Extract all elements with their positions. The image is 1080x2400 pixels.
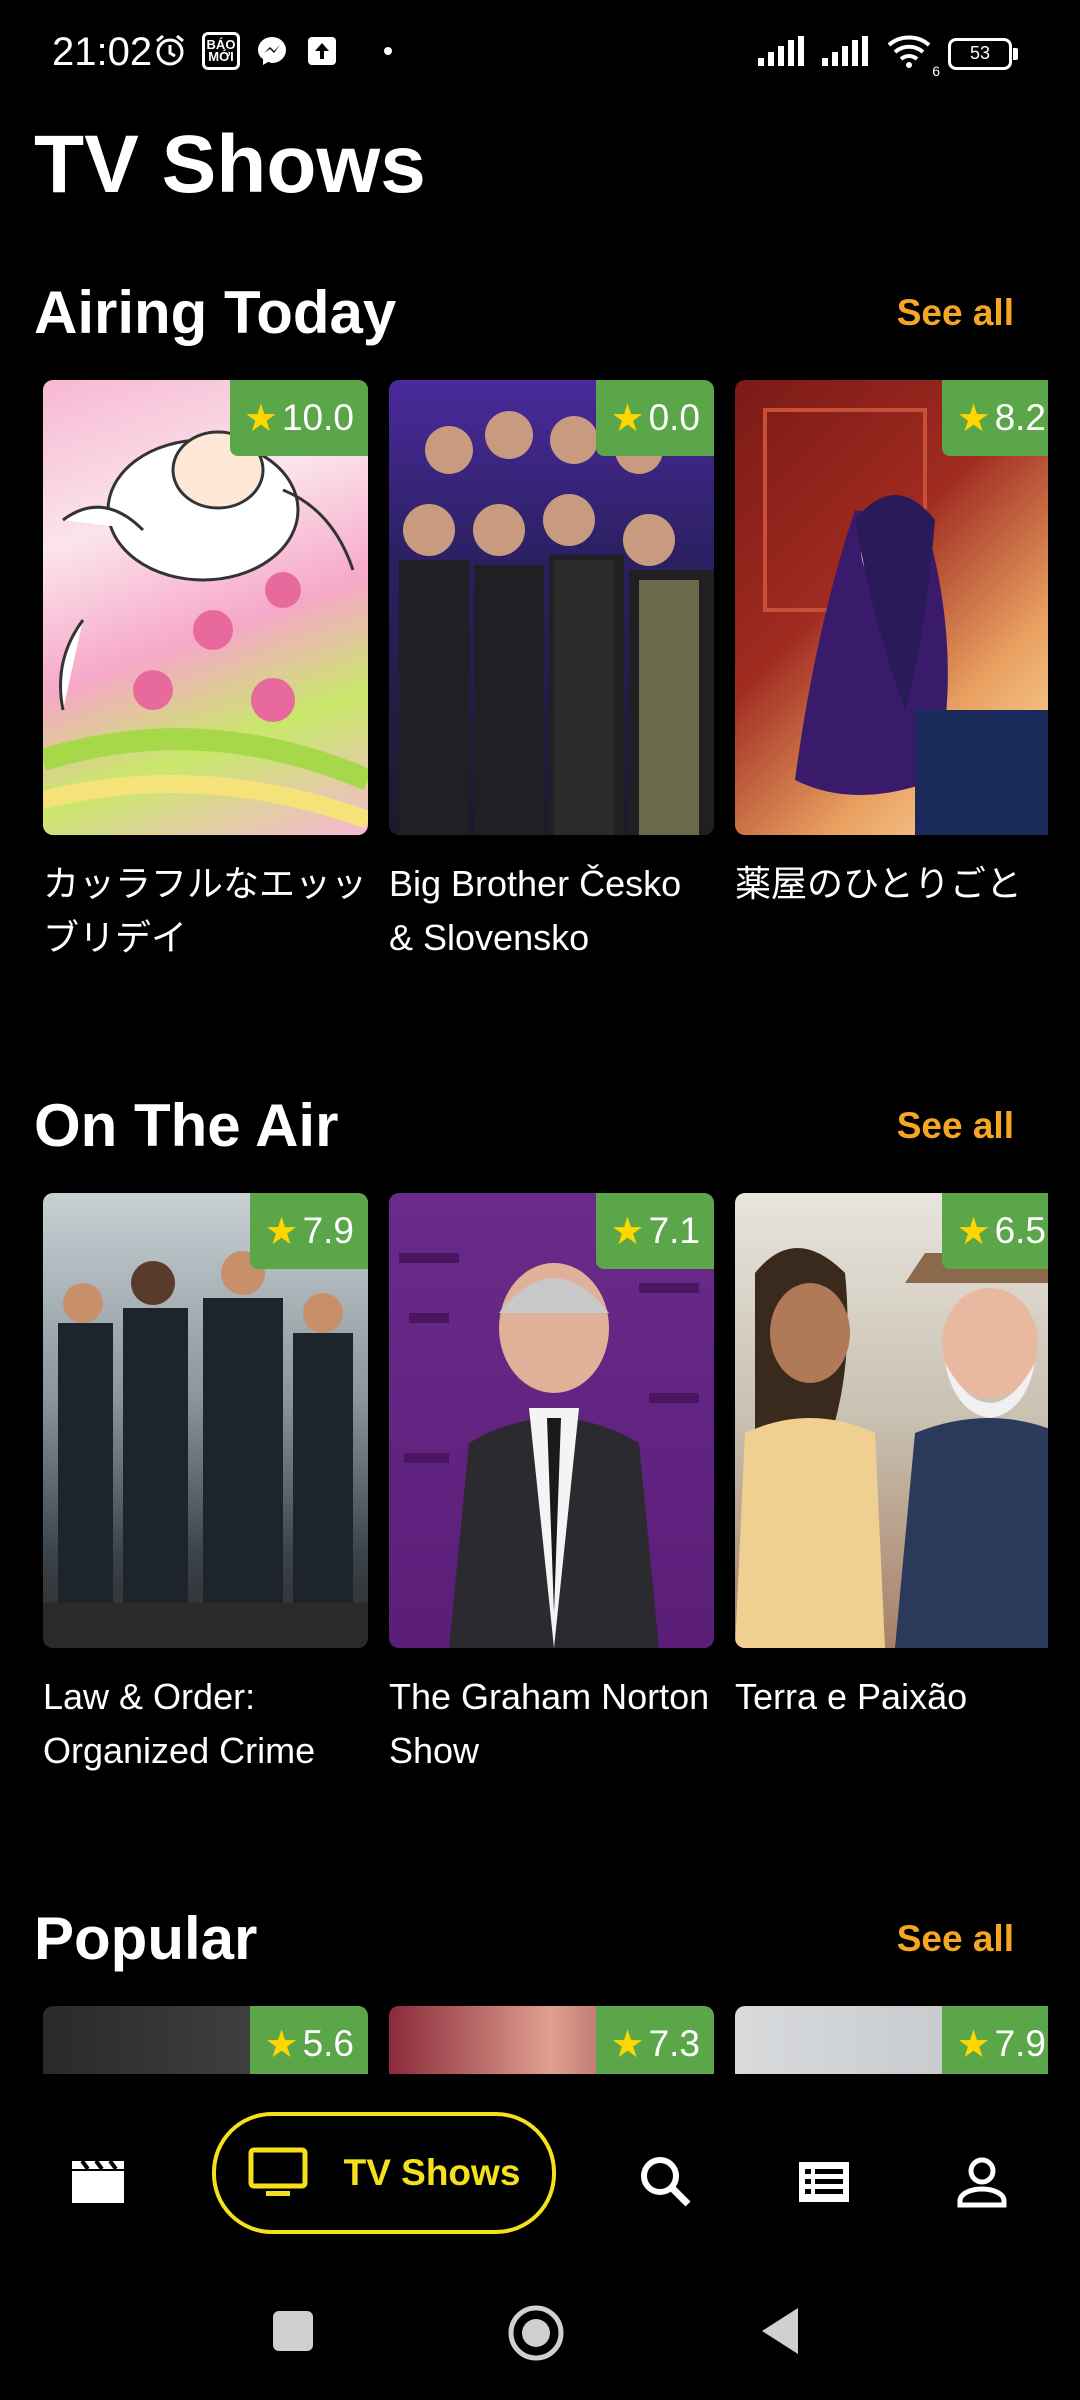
- star-icon: ★: [264, 2023, 299, 2066]
- nav-tv-shows[interactable]: TV Shows: [212, 2112, 556, 2234]
- show-card[interactable]: ★ 10.0 カッラフルなエッッブリデイ: [43, 380, 368, 965]
- nav-list[interactable]: [784, 2142, 864, 2222]
- section-title: On The Air: [34, 1092, 339, 1159]
- section-on-the-air: On The Air See all ★ 7.9 Law & Order: Org…: [0, 1083, 1080, 1783]
- show-card[interactable]: ★ 0.0 Big Brother Česko & Slovensko: [389, 380, 714, 965]
- alarm-icon: [152, 33, 188, 69]
- movies-icon: [72, 2159, 124, 2203]
- rating-badge: ★ 7.1: [596, 1193, 714, 1269]
- rating-badge: ★ 7.9: [942, 2006, 1048, 2074]
- show-title: Big Brother Česko & Slovensko: [389, 863, 682, 958]
- wifi-sub-label: 6: [932, 63, 940, 79]
- show-title: Terra e Paixão: [735, 1676, 968, 1717]
- rating-badge: ★ 7.9: [250, 1193, 368, 1269]
- poster-row[interactable]: ★ 5.6 ★ 7.3 ★ 7.9: [43, 2006, 1048, 2074]
- profile-icon: [957, 2157, 1007, 2208]
- signal-icon: [758, 36, 806, 71]
- rating-badge: ★ 5.6: [250, 2006, 368, 2074]
- show-title: The Graham Norton Show: [389, 1676, 710, 1771]
- poster-image[interactable]: ★ 7.9: [43, 1193, 368, 1648]
- see-all-button[interactable]: See all: [897, 1918, 1014, 1960]
- tv-icon: [248, 2147, 308, 2196]
- rating-value: 7.1: [648, 1210, 700, 1251]
- poster-image[interactable]: ★ 10.0: [43, 380, 368, 835]
- poster-row[interactable]: ★ 7.9 Law & Order: Organized Crime ★ 7.1 T…: [43, 1193, 1048, 1793]
- star-icon: ★: [610, 397, 645, 440]
- section-popular: Popular See all ★ 5.6 ★ 7.3 ★ 7.9: [0, 1896, 1080, 2074]
- rating-badge: ★ 8.2: [942, 380, 1048, 456]
- section-title: Airing Today: [34, 279, 397, 346]
- rating-value: 6.5: [994, 1210, 1046, 1251]
- show-title: カッラフルなエッッブリデイ: [43, 863, 368, 958]
- rating-value: 5.6: [302, 2023, 354, 2064]
- rating-value: 10.0: [281, 397, 354, 438]
- show-card[interactable]: ★ 7.1 The Graham Norton Show: [389, 1193, 714, 1778]
- rating-value: 7.9: [994, 2023, 1046, 2064]
- recents-button[interactable]: [272, 2310, 314, 2357]
- show-card[interactable]: ★ 8.2 薬屋のひとりごと: [735, 380, 1048, 911]
- section-airing-today: Airing Today See all ★ 10.0 カッラフルなエッッブリデ…: [0, 270, 1080, 970]
- signal-icon: [822, 36, 870, 71]
- messenger-icon: [254, 33, 290, 69]
- poster-image[interactable]: ★ 6.5: [735, 1193, 1048, 1648]
- star-icon: ★: [610, 1210, 645, 1253]
- status-notification-icons: BÁO MỚI: [152, 32, 392, 70]
- show-title: Law & Order: Organized Crime: [43, 1676, 316, 1771]
- star-icon: ★: [610, 2023, 645, 2066]
- home-button[interactable]: [507, 2304, 565, 2367]
- star-icon: ★: [956, 1210, 991, 1253]
- see-all-button[interactable]: See all: [897, 1105, 1014, 1147]
- nav-movies[interactable]: [58, 2142, 138, 2222]
- nav-profile[interactable]: [942, 2142, 1022, 2222]
- page-title: TV Shows: [34, 119, 426, 210]
- back-triangle-icon: [762, 2308, 798, 2354]
- star-icon: ★: [956, 2023, 991, 2066]
- poster-row[interactable]: ★ 10.0 カッラフルなエッッブリデイ ★ 0.0 Big Brother Čes…: [43, 380, 1048, 980]
- rating-value: 7.3: [648, 2023, 700, 2064]
- more-notifications-dot: [384, 47, 392, 55]
- nav-search[interactable]: [626, 2142, 706, 2222]
- status-time: 21:02: [52, 30, 153, 74]
- star-icon: ★: [243, 397, 278, 440]
- show-card[interactable]: ★ 6.5 Terra e Paixão: [735, 1193, 1048, 1724]
- rating-badge: ★ 7.3: [596, 2006, 714, 2074]
- upload-icon: [304, 33, 340, 69]
- bao-moi-icon: BÁO MỚI: [202, 32, 240, 70]
- list-icon: [799, 2162, 849, 2202]
- rating-badge: ★ 10.0: [229, 380, 368, 456]
- square-icon: [273, 2311, 313, 2351]
- show-title: 薬屋のひとりごと: [735, 863, 1022, 904]
- rating-value: 8.2: [994, 397, 1046, 438]
- wifi-icon: 6: [886, 34, 940, 79]
- battery-icon: 53: [948, 37, 1018, 70]
- rating-value: 7.9: [302, 1210, 354, 1251]
- poster-image[interactable]: ★ 0.0: [389, 380, 714, 835]
- status-bar: 21:02 BÁO MỚI 6 53: [0, 0, 1080, 110]
- show-card[interactable]: ★ 7.9 Law & Order: Organized Crime: [43, 1193, 368, 1778]
- back-button[interactable]: [758, 2306, 800, 2361]
- poster-image[interactable]: ★ 7.1: [389, 1193, 714, 1648]
- show-card[interactable]: ★ 7.3: [389, 2006, 714, 2074]
- show-card[interactable]: ★ 7.9: [735, 2006, 1048, 2074]
- star-icon: ★: [956, 397, 991, 440]
- rating-badge: ★ 0.0: [596, 380, 714, 456]
- poster-image[interactable]: ★ 7.3: [389, 2006, 714, 2074]
- poster-image[interactable]: ★ 5.6: [43, 2006, 368, 2074]
- system-navigation-bar: [0, 2260, 1080, 2400]
- section-title: Popular: [34, 1905, 258, 1972]
- home-circle-icon: [508, 2305, 564, 2361]
- bottom-navigation: TV Shows: [0, 2100, 1080, 2260]
- nav-tv-shows-label: TV Shows: [343, 2152, 521, 2193]
- poster-image[interactable]: ★ 8.2: [735, 380, 1048, 835]
- rating-badge: ★ 6.5: [942, 1193, 1048, 1269]
- star-icon: ★: [264, 1210, 299, 1253]
- see-all-button[interactable]: See all: [897, 292, 1014, 334]
- search-icon: [641, 2157, 691, 2207]
- poster-image[interactable]: ★ 7.9: [735, 2006, 1048, 2074]
- status-system-icons: 6 53: [758, 34, 1018, 79]
- show-card[interactable]: ★ 5.6: [43, 2006, 368, 2074]
- rating-value: 0.0: [648, 397, 700, 438]
